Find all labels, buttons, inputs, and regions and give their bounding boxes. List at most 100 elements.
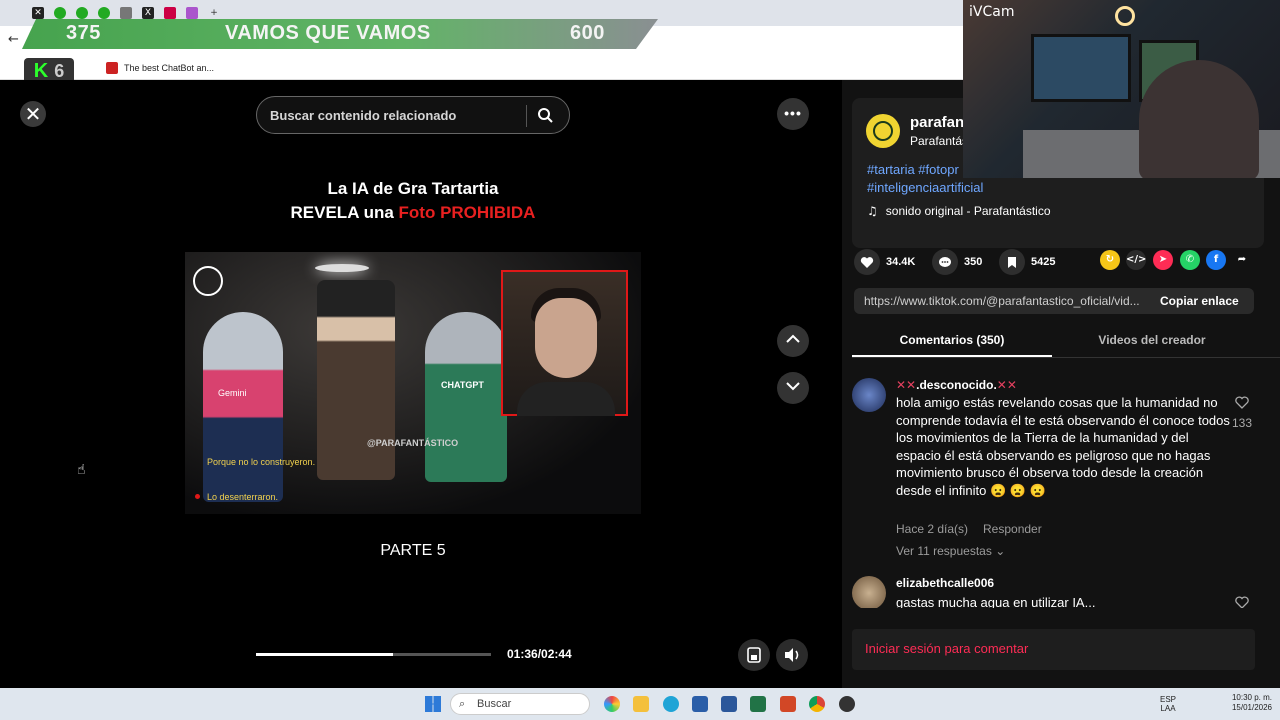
powerpoint-icon[interactable] (780, 696, 796, 712)
share-link-box: https://www.tiktok.com/@parafantastico_o… (854, 288, 1254, 314)
apps-icon[interactable] (106, 61, 118, 74)
chrome-icon[interactable] (809, 696, 825, 712)
video-url[interactable]: https://www.tiktok.com/@parafantastico_o… (864, 294, 1150, 308)
video-progress-fill (256, 653, 394, 656)
save-stat[interactable]: 5425 (999, 249, 1055, 275)
next-video-button[interactable] (777, 372, 809, 404)
edge-icon[interactable] (663, 696, 679, 712)
comment-username[interactable]: elizabethcalle006 (896, 576, 994, 590)
taskbar-search[interactable]: ⌕ Buscar (450, 693, 590, 715)
picture-in-picture-button[interactable] (738, 639, 770, 671)
commenter-avatar[interactable] (852, 576, 886, 608)
sound-name[interactable]: sonido original - Parafantástico (886, 204, 1051, 218)
language-indicator[interactable]: ESP LAA (1160, 695, 1176, 713)
facecam-face (535, 298, 597, 378)
red-x-emoji-icon: ✕✕ (996, 378, 1017, 392)
hashtags-line1[interactable]: #tartaria #fotopr (867, 162, 959, 177)
search-icon[interactable] (537, 107, 553, 128)
like-stat[interactable]: 34.4K (854, 249, 915, 275)
creator-avatar[interactable] (866, 114, 900, 148)
video-watermark: @PARAFANTÁSTICO (367, 438, 459, 448)
comment-login-bar[interactable]: Iniciar sesión para comentar (852, 629, 1255, 670)
video-title-white: REVELA una (290, 203, 394, 222)
tab-icon[interactable]: X (142, 7, 154, 19)
chatgpt-robot-figure (425, 312, 507, 482)
tab-comments[interactable]: Comentarios (350) (852, 333, 1052, 347)
gemini-robot-figure (203, 312, 283, 502)
gemini-shirt-label: Gemini (218, 388, 247, 398)
comment-item: ✕✕.desconocido.✕✕ hola amigo estás revel… (852, 378, 1272, 568)
goal-target: 600 (570, 22, 605, 44)
copilot-icon[interactable] (604, 696, 620, 712)
close-button[interactable]: ✕ (20, 101, 46, 127)
screen: ✕ X + ← The best ChatBot an... 375 VAMOS… (0, 0, 1280, 720)
whatsapp-icon[interactable]: ✆ (1180, 250, 1200, 270)
copy-link-button[interactable]: Copiar enlace (1160, 294, 1239, 308)
embed-code-icon[interactable]: </> (1126, 250, 1146, 270)
tab-icon[interactable] (164, 7, 176, 19)
hashtags-line2[interactable]: #inteligenciaartificial (867, 180, 983, 195)
comment-like-icon[interactable] (1232, 596, 1252, 608)
comment-like-count: 133 (1231, 416, 1253, 430)
previous-video-button[interactable] (777, 325, 809, 357)
tab-creator-videos[interactable]: Videos del creador (1052, 333, 1252, 347)
top-hat-man-figure (317, 280, 395, 480)
comment-bubble-icon[interactable] (932, 249, 958, 275)
video-caption-2: Lo desenterraron. (194, 492, 279, 502)
comment-like-icon[interactable] (1232, 396, 1252, 412)
video-caption-1: Porque no lo construyeron. (207, 457, 316, 467)
excel-icon[interactable] (750, 696, 766, 712)
repost-icon[interactable]: ↻ (1100, 250, 1120, 270)
system-clock[interactable]: 10:30 p. m. 15/01/2026 (1222, 693, 1272, 713)
new-tab-icon[interactable]: + (208, 7, 220, 19)
commenter-avatar[interactable] (852, 378, 886, 412)
login-to-comment-link[interactable]: Iniciar sesión para comentar (865, 641, 1028, 656)
related-search-bar[interactable]: Buscar contenido relacionado (256, 96, 570, 134)
comment-username[interactable]: ✕✕.desconocido.✕✕ (896, 378, 1017, 392)
file-explorer-icon[interactable] (633, 696, 649, 712)
webcam-overlay: iVCam (963, 0, 1280, 178)
taskbar-search-label[interactable]: Buscar (477, 698, 511, 710)
send-to-friends-icon[interactable]: ➤ (1153, 250, 1173, 270)
tab-icon[interactable] (76, 7, 88, 19)
panel-tabs: Comentarios (350) Videos del creador (852, 326, 1280, 358)
like-count: 34.4K (886, 256, 916, 268)
tab-icon[interactable] (186, 7, 198, 19)
chevron-down-icon: ⌄ (995, 544, 1006, 558)
view-replies-button[interactable]: Ver 11 respuestas ⌄ (896, 544, 1005, 558)
hand-cursor-icon: ☝ (77, 462, 86, 478)
heart-icon[interactable] (854, 249, 880, 275)
windows-start-icon[interactable] (425, 696, 441, 712)
search-placeholder[interactable]: Buscar contenido relacionado (270, 108, 456, 123)
facecam-body (517, 382, 615, 416)
windows-taskbar: ⌕ Buscar ESP LAA 10:30 p. m. 15/01/2026 (0, 688, 1280, 720)
more-options-button[interactable]: ••• (777, 98, 809, 130)
share-arrow-icon[interactable]: ➦ (1232, 250, 1252, 270)
store-icon[interactable] (692, 696, 708, 712)
tab-icon[interactable] (54, 7, 66, 19)
comment-stat[interactable]: 350 (932, 249, 982, 275)
webcam-monitor (1031, 34, 1131, 102)
goal-current: 375 (66, 22, 101, 44)
sound-link[interactable]: ♫ sonido original - Parafantástico (867, 204, 1051, 218)
volume-button[interactable] (776, 639, 808, 671)
video-progress-bar[interactable] (256, 653, 491, 656)
back-arrow-icon[interactable]: ← (8, 32, 19, 47)
reply-button[interactable]: Responder (983, 522, 1042, 536)
creator-facecam (501, 270, 628, 416)
eye-logo-icon (873, 121, 893, 141)
obs-icon[interactable] (839, 696, 855, 712)
bookmarks-bar: The best ChatBot an... (0, 56, 965, 80)
creator-username[interactable]: parafant (910, 114, 969, 131)
bookmark-icon[interactable] (999, 249, 1025, 275)
stream-goal-banner: 375 VAMOS QUE VAMOS 600 (22, 19, 658, 49)
video-player[interactable]: Buscar contenido relacionado La IA de Gr… (185, 80, 641, 688)
facebook-icon[interactable]: f (1206, 250, 1226, 270)
tab-icon[interactable] (120, 7, 132, 19)
bookmark-item[interactable]: The best ChatBot an... (124, 63, 214, 73)
tab-icon[interactable] (98, 7, 110, 19)
comment-text: gastas mucha agua en utilizar IA... (896, 595, 1096, 608)
tab-icon[interactable]: ✕ (32, 7, 44, 19)
webcam-app-label: iVCam (969, 4, 1015, 20)
word-icon[interactable] (721, 696, 737, 712)
